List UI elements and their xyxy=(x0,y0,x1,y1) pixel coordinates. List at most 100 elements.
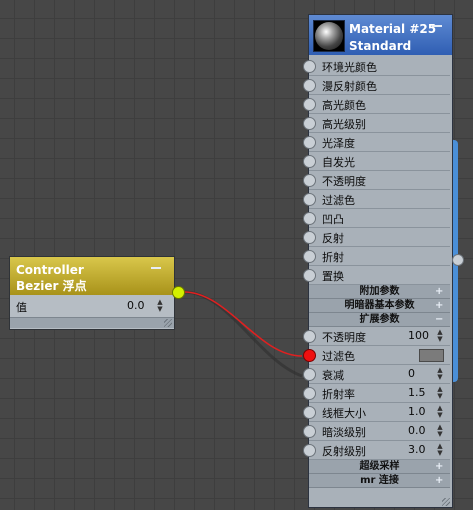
slot-label: 高光级别 xyxy=(322,118,366,131)
resize-grip-icon[interactable] xyxy=(442,498,450,506)
material-preview-sphere xyxy=(313,20,345,52)
slot-label: 暗淡级别 xyxy=(322,426,366,439)
slot-label: 线框大小 xyxy=(322,407,366,420)
input-slot-row[interactable]: 反射 xyxy=(303,228,450,247)
color-swatch[interactable] xyxy=(419,349,444,362)
slot-label: 置换 xyxy=(322,270,344,283)
slot-label: 折射率 xyxy=(322,388,355,401)
param-label: 值 xyxy=(16,301,27,314)
param-value-field[interactable]: 0 xyxy=(408,367,415,380)
input-socket[interactable] xyxy=(303,330,316,343)
input-socket[interactable] xyxy=(303,155,316,168)
input-slot-row[interactable]: 置换 xyxy=(303,266,450,285)
slot-label: 漫反射颜色 xyxy=(322,80,377,93)
input-socket[interactable] xyxy=(303,250,316,263)
material-node-header[interactable]: Material #25 Standard xyxy=(309,15,452,55)
spinner-arrows-icon[interactable]: ▲ ▼ xyxy=(436,386,444,400)
material-type: Standard xyxy=(349,39,412,53)
param-value-field[interactable]: 1.0 xyxy=(408,405,426,418)
input-slot-row[interactable]: 反射级别 3.0 ▲ ▼ xyxy=(303,441,450,460)
param-value-field[interactable]: 0.0 xyxy=(408,424,426,437)
controller-node[interactable]: Controller Bezier 浮点 值 0.0 ▲ ▼ xyxy=(9,256,175,330)
rollout-header[interactable]: mr 连接 + xyxy=(309,474,450,488)
slot-label: 折射 xyxy=(322,251,344,264)
input-socket[interactable] xyxy=(303,60,316,73)
material-output-socket[interactable] xyxy=(452,254,464,266)
input-socket[interactable] xyxy=(303,444,316,457)
input-slot-row[interactable]: 漫反射颜色 xyxy=(303,76,450,95)
input-slot-row[interactable]: 过滤色 xyxy=(303,190,450,209)
spinner-arrows-icon[interactable]: ▲ ▼ xyxy=(436,405,444,419)
input-socket[interactable] xyxy=(303,231,316,244)
rollout-toggle-icon[interactable]: + xyxy=(435,285,443,298)
input-slot-row[interactable]: 折射 xyxy=(303,247,450,266)
controller-param-row: 值 0.0 ▲ ▼ xyxy=(10,297,174,315)
controller-title: Controller xyxy=(16,263,84,277)
rollout-header[interactable]: 超级采样 + xyxy=(309,460,450,474)
rollout-toggle-icon[interactable]: + xyxy=(435,299,443,312)
param-value-field[interactable]: 0.0 xyxy=(127,299,145,312)
slot-label: 过滤色 xyxy=(322,194,355,207)
spinner-arrows-icon[interactable]: ▲ ▼ xyxy=(436,329,444,343)
input-socket[interactable] xyxy=(303,79,316,92)
slot-label: 自发光 xyxy=(322,156,355,169)
rollout-label: 超级采样 xyxy=(359,461,400,472)
input-socket[interactable] xyxy=(303,349,316,362)
rollout-toggle-icon[interactable]: + xyxy=(435,460,443,473)
spinner-arrows-icon[interactable]: ▲ ▼ xyxy=(436,424,444,438)
input-slot-row[interactable]: 光泽度 xyxy=(303,133,450,152)
input-slot-row[interactable]: 线框大小 1.0 ▲ ▼ xyxy=(303,403,450,422)
input-slot-row[interactable]: 不透明度 xyxy=(303,171,450,190)
param-value-field[interactable]: 100 xyxy=(408,329,429,342)
input-slot-row[interactable]: 暗淡级别 0.0 ▲ ▼ xyxy=(303,422,450,441)
rollout-header[interactable]: 扩展参数 − xyxy=(309,313,450,327)
input-slot-row[interactable]: 衰减 0 ▲ ▼ xyxy=(303,365,450,384)
minimize-button[interactable] xyxy=(151,267,161,269)
slot-label: 不透明度 xyxy=(322,331,366,344)
input-socket[interactable] xyxy=(303,368,316,381)
input-socket[interactable] xyxy=(303,174,316,187)
slot-label: 衰减 xyxy=(322,369,344,382)
spinner-arrows-icon[interactable]: ▲ ▼ xyxy=(156,299,164,313)
slot-label: 过滤色 xyxy=(322,350,355,363)
input-socket[interactable] xyxy=(303,98,316,111)
input-socket[interactable] xyxy=(303,406,316,419)
rollout-toggle-icon[interactable]: − xyxy=(435,313,443,326)
controller-node-header[interactable]: Controller Bezier 浮点 xyxy=(10,257,174,295)
rollout-label: 明暗器基本参数 xyxy=(344,300,415,311)
input-socket[interactable] xyxy=(303,269,316,282)
slot-label: 凹凸 xyxy=(322,213,344,226)
rollout-toggle-icon[interactable]: + xyxy=(435,474,443,487)
input-socket[interactable] xyxy=(303,387,316,400)
minimize-button[interactable] xyxy=(432,25,442,27)
input-slot-row[interactable]: 高光颜色 xyxy=(303,95,450,114)
material-title: Material #25 xyxy=(349,22,437,36)
input-slot-row[interactable]: 环境光颜色 xyxy=(303,57,450,76)
spinner-arrows-icon[interactable]: ▲ ▼ xyxy=(436,443,444,457)
input-slot-row[interactable]: 过滤色 xyxy=(303,346,450,365)
input-socket[interactable] xyxy=(303,136,316,149)
controller-output-socket[interactable] xyxy=(172,286,185,299)
rollout-header[interactable]: 明暗器基本参数 + xyxy=(309,299,450,313)
slot-label: 环境光颜色 xyxy=(322,61,377,74)
input-socket[interactable] xyxy=(303,212,316,225)
slot-label: 反射 xyxy=(322,232,344,245)
param-value-field[interactable]: 1.5 xyxy=(408,386,426,399)
rollout-header[interactable]: 附加参数 + xyxy=(309,285,450,299)
material-node[interactable]: Material #25 Standard 环境光颜色漫反射颜色高光颜色高光级别… xyxy=(303,14,453,508)
input-slot-row[interactable]: 凹凸 xyxy=(303,209,450,228)
rollout-label: 扩展参数 xyxy=(359,314,400,325)
input-socket[interactable] xyxy=(303,117,316,130)
input-socket[interactable] xyxy=(303,425,316,438)
resize-grip-icon[interactable] xyxy=(164,319,172,327)
input-slot-row[interactable]: 折射率 1.5 ▲ ▼ xyxy=(303,384,450,403)
param-value-field[interactable]: 3.0 xyxy=(408,443,426,456)
input-slot-row[interactable]: 高光级别 xyxy=(303,114,450,133)
slot-label: 光泽度 xyxy=(322,137,355,150)
controller-type: Bezier 浮点 xyxy=(16,279,87,293)
spinner-arrows-icon[interactable]: ▲ ▼ xyxy=(436,367,444,381)
input-slot-row[interactable]: 不透明度 100 ▲ ▼ xyxy=(303,327,450,346)
input-socket[interactable] xyxy=(303,193,316,206)
rollout-label: mr 连接 xyxy=(360,475,399,486)
input-slot-row[interactable]: 自发光 xyxy=(303,152,450,171)
